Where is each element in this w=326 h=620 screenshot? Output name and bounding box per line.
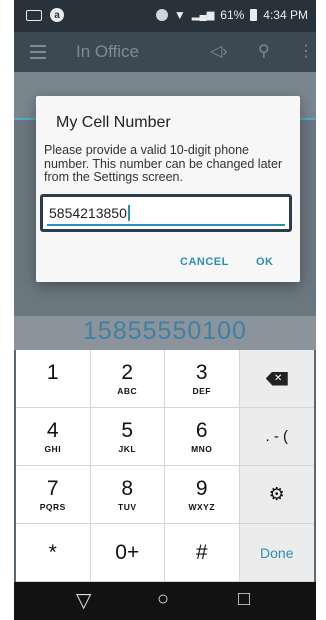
key-star[interactable]: * — [16, 524, 91, 582]
keyboard-settings-key[interactable]: ⚙ — [239, 466, 314, 524]
text-caret — [127, 205, 130, 221]
speaker-icon[interactable]: ◁› — [210, 41, 228, 61]
status-bar: a ▼ ▂▄▆ 61% 4:34 PM — [14, 0, 316, 32]
numeric-keypad: 1 2 ABC 3 DEF ✕ 4 GHI 5 JKL 6 MNO . - ( 7 PQRS… — [16, 350, 314, 582]
app-a-icon: a — [50, 8, 64, 22]
cell-number-value[interactable]: 5854213850 — [49, 205, 130, 221]
dialed-number: 15855550100 — [14, 316, 316, 350]
key-1[interactable]: 1 — [16, 350, 91, 408]
battery-percent: 61% — [220, 8, 245, 22]
recents-icon[interactable]: □ — [238, 588, 250, 611]
app-bar: In Office ◁› ⚲ ⋮ — [14, 32, 316, 72]
cell-number-input[interactable]: 5854213850 — [40, 194, 292, 232]
key-4[interactable]: 4 GHI — [16, 408, 91, 466]
keyboard-icon — [26, 9, 42, 21]
ok-button[interactable]: OK — [256, 256, 274, 268]
menu-icon[interactable] — [30, 45, 46, 63]
clock: 4:34 PM — [263, 8, 308, 22]
dialog-title: My Cell Number — [56, 114, 171, 131]
dialog-message: Please provide a valid 10-digit phone nu… — [44, 143, 283, 184]
battery-icon — [250, 9, 258, 21]
key-9[interactable]: 9 WXYZ — [165, 466, 240, 524]
bluetooth-icon — [155, 9, 168, 21]
input-underline — [47, 224, 285, 226]
backspace-icon: ✕ — [265, 371, 288, 386]
key-hash[interactable]: # — [165, 524, 240, 582]
more-options-icon[interactable]: ⋮ — [298, 41, 314, 61]
app-title: In Office — [76, 42, 139, 61]
key-8[interactable]: 8 TUV — [90, 466, 165, 524]
key-6[interactable]: 6 MNO — [165, 408, 240, 466]
key-3[interactable]: 3 DEF — [165, 350, 240, 408]
gear-icon: ⚙ — [268, 484, 285, 504]
phone-screen: a ▼ ▂▄▆ 61% 4:34 PM In Office ◁› ⚲ ⋮ 158… — [14, 0, 316, 620]
key-5[interactable]: 5 JKL — [90, 408, 165, 466]
backspace-key[interactable]: ✕ — [239, 350, 314, 408]
punctuation-key[interactable]: . - ( — [239, 408, 314, 466]
home-icon[interactable]: ○ — [157, 588, 169, 611]
signal-icon: ▂▄▆ — [191, 9, 215, 21]
cell-number-dialog: My Cell Number Please provide a valid 10… — [36, 96, 300, 282]
done-key[interactable]: Done — [239, 524, 314, 582]
location-pin-icon[interactable]: ⚲ — [258, 41, 270, 61]
cancel-button[interactable]: CANCEL — [180, 256, 229, 268]
back-icon[interactable]: ▽ — [76, 588, 91, 613]
android-nav-bar: ▽ ○ □ — [14, 582, 316, 620]
key-7[interactable]: 7 PQRS — [16, 466, 91, 524]
key-2[interactable]: 2 ABC — [90, 350, 165, 408]
key-0[interactable]: 0+ — [90, 524, 165, 582]
wifi-icon: ▼ — [173, 8, 186, 22]
